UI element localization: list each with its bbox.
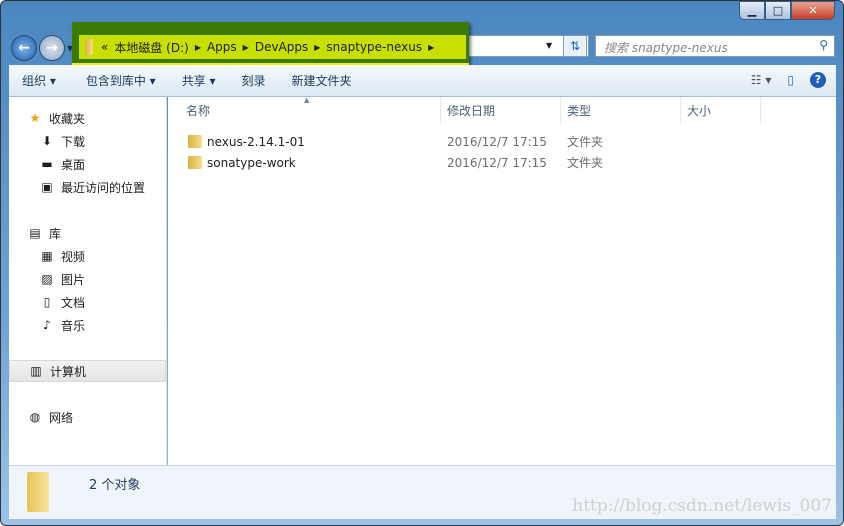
- forward-button[interactable]: →: [39, 35, 65, 61]
- sidebar-item-network[interactable]: ◍ 网络: [9, 406, 166, 428]
- new-folder-button[interactable]: 新建文件夹: [279, 72, 365, 89]
- close-button[interactable]: ✕: [791, 1, 835, 20]
- file-name: sonatype-work: [207, 155, 296, 170]
- file-type: 文件夹: [567, 135, 604, 149]
- table-row[interactable]: sonatype-work 2016/12/7 17:15 文件夹: [182, 152, 822, 173]
- view-options-icon[interactable]: ☷ ▾: [751, 73, 772, 87]
- preview-pane-icon[interactable]: ▯: [787, 73, 794, 87]
- document-icon: ▯: [43, 295, 51, 309]
- file-type: 文件夹: [567, 156, 604, 170]
- item-count: 2 个对象: [89, 478, 141, 493]
- sidebar-item-picture[interactable]: ▨ 图片: [9, 268, 166, 290]
- file-list: ▲ 名称 修改日期 类型 大小 nexus-2.14.1-01 2016/12/7…: [168, 96, 836, 465]
- crumb-local-disk[interactable]: 本地磁盘 (D:): [114, 39, 188, 56]
- crumb-snaptype-nexus[interactable]: snaptype-nexus: [326, 40, 422, 54]
- chevron-right-icon[interactable]: ▶: [195, 43, 201, 52]
- folder-icon: [188, 156, 202, 169]
- details-pane: 2 个对象 http://blog.csdn.net/lewis_007: [9, 465, 836, 519]
- recent-icon: ▣: [41, 180, 53, 194]
- command-bar: 组织 ▾ 包含到库中 ▾ 共享 ▾ 刻录 新建文件夹 ☷ ▾ ▯ ?: [9, 65, 836, 97]
- crumb-apps[interactable]: Apps: [207, 40, 237, 54]
- chevron-right-icon[interactable]: ▶: [314, 43, 320, 52]
- sidebar-item-label: 下载: [61, 134, 86, 149]
- organize-button[interactable]: 组织 ▾: [9, 72, 69, 89]
- sidebar-item-label: 音乐: [61, 318, 86, 333]
- star-icon: ★: [29, 111, 41, 125]
- sidebar-item-label: 收藏夹: [49, 111, 86, 126]
- chevron-right-icon[interactable]: ▶: [428, 43, 434, 52]
- sidebar-item-label: 视频: [61, 249, 86, 264]
- table-row[interactable]: nexus-2.14.1-01 2016/12/7 17:15 文件夹: [182, 131, 822, 152]
- back-button[interactable]: ←: [11, 35, 37, 61]
- sidebar-item-document[interactable]: ▯ 文档: [9, 291, 166, 313]
- computer-icon: ▥: [30, 364, 42, 378]
- sidebar-item-label: 网络: [49, 410, 74, 425]
- file-name: nexus-2.14.1-01: [207, 134, 305, 149]
- folder-icon: [85, 39, 93, 55]
- minimize-button[interactable]: ▁: [739, 1, 765, 20]
- chevron-right-icon[interactable]: ▶: [243, 43, 249, 52]
- sidebar-item-star[interactable]: ★ 收藏夹: [9, 107, 166, 129]
- sidebar-item-label: 图片: [61, 272, 86, 287]
- search-icon[interactable]: ⚲: [819, 38, 828, 52]
- folder-icon: [27, 472, 49, 512]
- column-header-size[interactable]: 大小: [681, 97, 761, 123]
- sidebar-item-label: 计算机: [50, 364, 87, 379]
- column-header-name[interactable]: 名称: [180, 97, 441, 123]
- maximize-button[interactable]: □: [765, 1, 791, 20]
- watermark: http://blog.csdn.net/lewis_007: [572, 496, 832, 516]
- share-button[interactable]: 共享 ▾: [169, 72, 229, 89]
- sidebar-item-download[interactable]: ⬇ 下载: [9, 130, 166, 152]
- column-header-type[interactable]: 类型: [561, 97, 681, 123]
- network-icon: ◍: [29, 410, 41, 424]
- video-icon: ▦: [41, 249, 53, 263]
- search-placeholder: 搜索 snaptype-nexus: [604, 41, 728, 55]
- breadcrumb-overflow[interactable]: «: [101, 40, 108, 54]
- help-icon[interactable]: ?: [810, 72, 826, 88]
- sidebar-item-label: 桌面: [61, 157, 86, 172]
- refresh-button[interactable]: ⇅: [563, 35, 587, 57]
- library-icon: ▤: [29, 226, 41, 240]
- file-date: 2016/12/7 17:15: [447, 134, 547, 149]
- sidebar-item-label: 最近访问的位置: [61, 180, 146, 195]
- include-in-library-button[interactable]: 包含到库中 ▾: [73, 72, 169, 89]
- file-date: 2016/12/7 17:15: [447, 155, 547, 170]
- sidebar-item-computer[interactable]: ▥ 计算机: [9, 360, 166, 382]
- burn-button[interactable]: 刻录: [229, 72, 279, 89]
- picture-icon: ▨: [41, 272, 53, 286]
- sidebar-item-label: 库: [49, 226, 62, 241]
- crumb-devapps[interactable]: DevApps: [255, 40, 308, 54]
- sidebar-item-desktop[interactable]: ▬ 桌面: [9, 153, 166, 175]
- folder-icon: [188, 135, 202, 148]
- sidebar-item-recent[interactable]: ▣ 最近访问的位置: [9, 176, 166, 198]
- sidebar-item-library[interactable]: ▤ 库: [9, 222, 166, 244]
- address-dropdown-icon[interactable]: ▼: [546, 41, 552, 50]
- sidebar-item-label: 文档: [61, 295, 86, 310]
- sidebar-item-video[interactable]: ▦ 视频: [9, 245, 166, 267]
- sidebar-item-music[interactable]: ♪ 音乐: [9, 314, 166, 336]
- download-icon: ⬇: [41, 134, 53, 148]
- music-icon: ♪: [43, 318, 51, 332]
- column-header-date[interactable]: 修改日期: [441, 97, 561, 123]
- breadcrumb: « 本地磁盘 (D:) ▶ Apps ▶ DevApps ▶ snaptype-nex…: [79, 35, 466, 59]
- navigation-pane: ★ 收藏夹 ⬇ 下载 ▬ 桌面 ▣ 最近访问的位置 ▤ 库 ▦ 视频 ▨ 图片 ▯ 文档 ♪ 音乐 ▥ 计算机 ◍ 网络: [9, 97, 167, 465]
- search-input[interactable]: 搜索 snaptype-nexus ⚲: [595, 35, 835, 57]
- explorer-window: ▁ □ ✕ ← → ▼ « 本地磁盘 (D:) ▶ Apps ▶ DevApps ▶ …: [0, 0, 844, 526]
- desktop-icon: ▬: [41, 157, 53, 171]
